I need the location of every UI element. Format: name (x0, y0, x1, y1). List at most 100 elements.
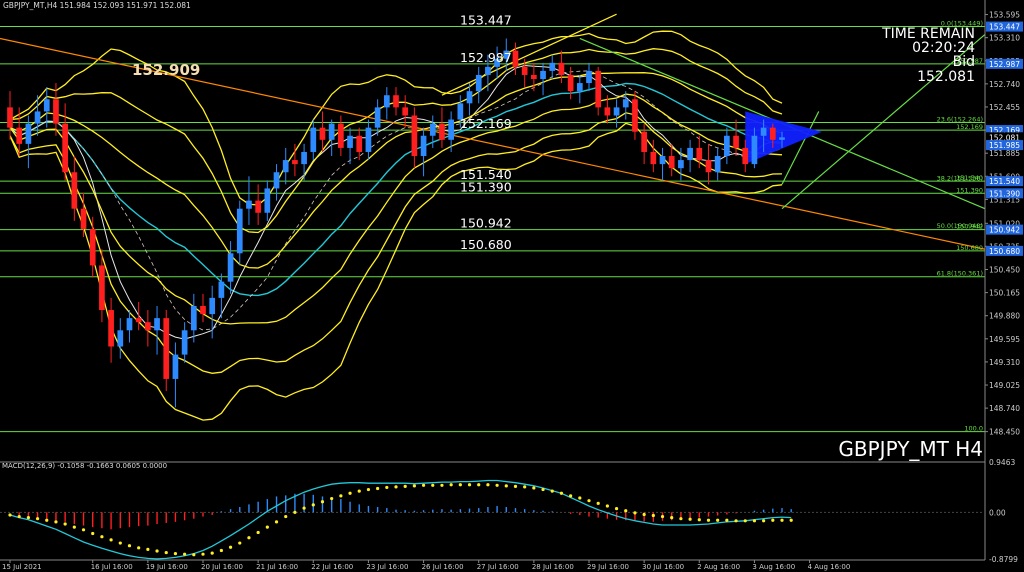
candle-body (218, 281, 225, 298)
macd-signal-dot (256, 530, 260, 535)
candle-body (641, 131, 647, 152)
time-tick-label: 2 Aug 16:00 (697, 563, 740, 571)
level-axis-label: 151.390 (989, 189, 1020, 198)
right-axis-label: 151.985 (989, 141, 1020, 150)
chart-background (0, 0, 1024, 572)
candle-body (724, 135, 730, 157)
candle-body (632, 99, 638, 132)
time-tick-label: 16 Jul 16:00 (91, 563, 133, 571)
macd-signal-dot (201, 552, 205, 556)
macd-signal-dot (578, 496, 582, 500)
candle-body (466, 91, 473, 104)
candle-body (760, 127, 767, 136)
candle-body (328, 123, 335, 140)
macd-signal-dot (54, 520, 58, 524)
macd-signal-dot (596, 501, 600, 505)
candle-body (264, 188, 271, 213)
macd-signal-dot (311, 503, 315, 507)
macd-signal-dot (458, 483, 462, 487)
candle-body (595, 70, 602, 108)
candle-body (742, 147, 749, 165)
candle-body (16, 127, 23, 144)
price-tick-label: 149.025 (989, 381, 1020, 390)
time-tick-label: 29 Jul 16:00 (587, 563, 629, 571)
candle-body (733, 135, 739, 148)
candle-body (99, 265, 105, 311)
macd-signal-dot (504, 484, 508, 488)
macd-signal-dot (339, 494, 343, 498)
macd-signal-dot (210, 551, 214, 555)
candle-body (255, 200, 261, 213)
candle-body (365, 127, 372, 152)
fib-tag: 38.2(151.536) (937, 174, 983, 182)
macd-signal-dot (587, 499, 591, 503)
macd-signal-dot (550, 489, 554, 493)
chart-canvas[interactable]: 153.447 0.0(153.449)152.987 152.98723.6(15… (0, 0, 1024, 572)
candle-body (613, 107, 620, 116)
candle-body (200, 305, 206, 315)
macd-signal-dot (532, 486, 536, 490)
candle-body (71, 172, 78, 209)
macd-signal-dot (247, 536, 251, 540)
candle-body (282, 160, 289, 173)
macd-signal-dot (192, 553, 196, 557)
candle-body (558, 62, 565, 75)
candle-body (521, 66, 528, 75)
level-tag: 61.8(150.361) (937, 270, 983, 278)
macd-signal-dot (541, 487, 545, 492)
macd-signal-dot (771, 518, 775, 522)
left-price-label: 152.909 (132, 61, 200, 79)
macd-signal-dot (706, 518, 711, 522)
macd-signal-dot (183, 552, 187, 556)
candle-body (705, 160, 712, 173)
candle-body (586, 70, 592, 84)
time-tick-label: 19 Jul 16:00 (146, 563, 188, 571)
macd-signal-dot (734, 519, 738, 523)
candle-body (576, 83, 583, 92)
macd-signal-dot (8, 513, 12, 517)
price-tick-label: 152.740 (989, 80, 1020, 89)
price-tick-label: 149.595 (989, 335, 1020, 344)
time-tick-label: 22 Jul 16:00 (311, 563, 353, 571)
candle-body (108, 310, 114, 347)
level-axis-label: 150.680 (989, 247, 1020, 256)
time-tick-label: 27 Jul 16:00 (477, 563, 519, 571)
candle-body (310, 127, 317, 152)
macd-tick-label: 0.00 (989, 508, 1006, 517)
macd-signal-dot (486, 483, 490, 487)
level-tag: 100.0 (964, 425, 983, 433)
macd-signal-dot (633, 511, 637, 515)
candle-body (319, 127, 326, 140)
candle-body (145, 322, 151, 331)
macd-signal-dot (440, 483, 444, 487)
macd-signal-dot (118, 541, 122, 545)
bid-label: Bid (953, 54, 975, 70)
macd-signal-dot (219, 548, 223, 553)
time-tick-label: 4 Aug 16:00 (808, 563, 851, 571)
macd-signal-dot (366, 487, 371, 492)
level-axis-label: 153.447 (989, 23, 1020, 32)
price-tick-label: 153.310 (989, 34, 1020, 43)
price-tick-label: 151.885 (989, 149, 1020, 158)
candle-body (236, 208, 243, 254)
candle-body (540, 70, 546, 80)
macd-signal-dot (412, 484, 416, 488)
macd-signal-dot (91, 531, 95, 536)
candle-body (687, 147, 693, 161)
macd-signal-dot (72, 525, 76, 529)
time-tick-label: 23 Jul 16:00 (366, 563, 408, 571)
macd-signal-dot (670, 516, 674, 520)
macd-signal-dot (357, 489, 361, 493)
candle-body (604, 107, 611, 116)
macd-signal-dot (228, 545, 233, 549)
candle-body (420, 135, 427, 157)
candle-body (246, 200, 252, 209)
macd-signal-dot (605, 504, 609, 508)
macd-signal-dot (789, 518, 793, 522)
level-axis-label: 151.540 (989, 177, 1020, 186)
macd-signal-dot (35, 517, 40, 521)
candle-body (779, 137, 785, 140)
candle-body (34, 111, 41, 124)
macd-signal-dot (762, 519, 766, 523)
level-label: 153.447 (460, 13, 512, 28)
